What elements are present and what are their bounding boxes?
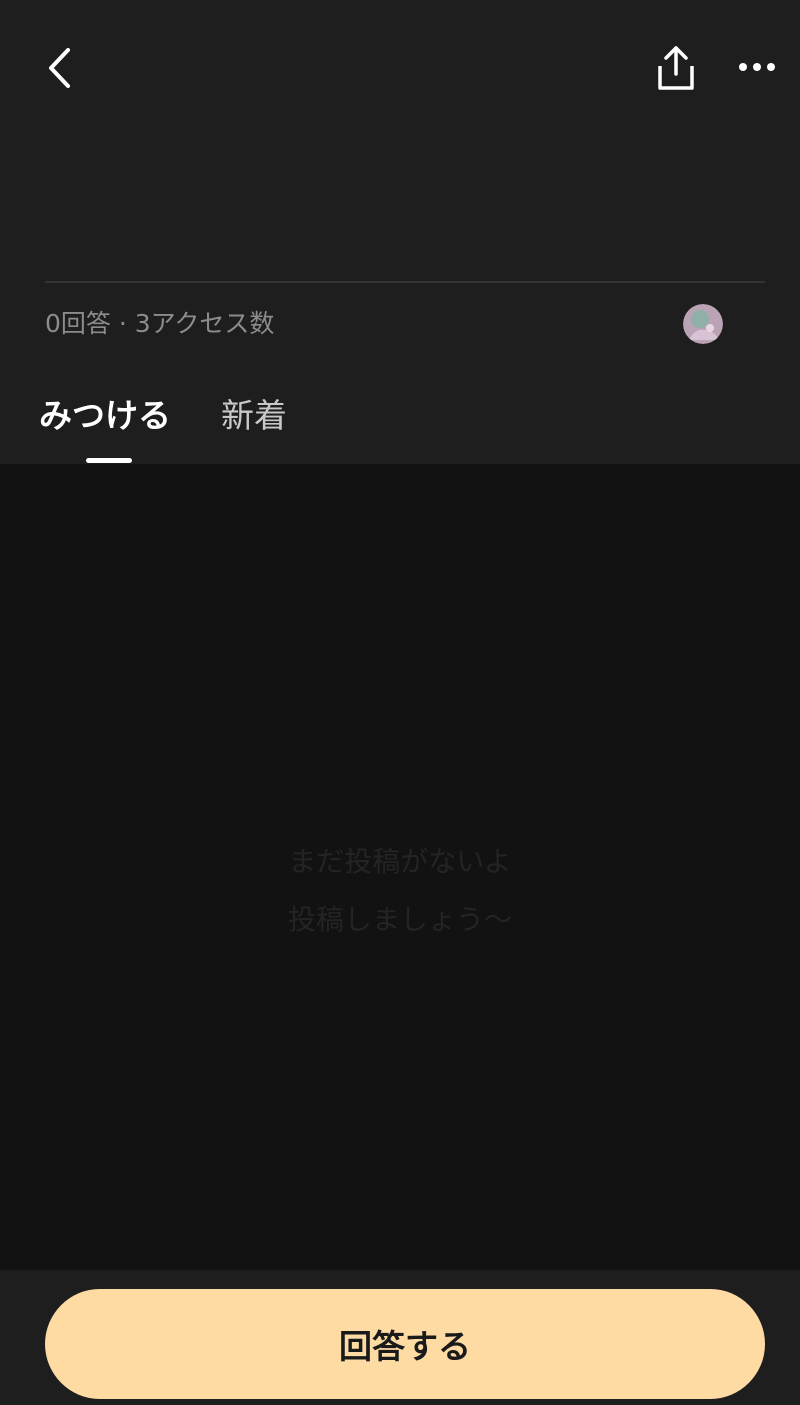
answer-button[interactable]: 回答する	[45, 1289, 765, 1399]
share-button[interactable]	[648, 38, 704, 98]
tab-active-indicator	[86, 458, 132, 463]
question-detail-screen: 0回答 · 3アクセス数 みつける 新着 まだ投稿がないよ 投稿しましょう〜 回…	[0, 0, 800, 1405]
empty-state-message: まだ投稿がないよ	[288, 845, 512, 878]
back-button[interactable]	[36, 40, 84, 96]
empty-state-prompt: 投稿しましょう〜	[287, 903, 512, 936]
more-dots-icon	[739, 63, 775, 71]
avatar[interactable]	[683, 304, 723, 344]
share-upload-icon	[658, 46, 694, 90]
tab-discover[interactable]: みつける	[39, 394, 171, 438]
tab-new[interactable]: 新着	[221, 394, 287, 438]
avatar-image	[683, 304, 723, 344]
header-divider	[45, 281, 765, 283]
tab-bar: みつける 新着	[0, 380, 800, 464]
footer: 回答する	[0, 1270, 800, 1405]
header: 0回答 · 3アクセス数 みつける 新着	[0, 0, 800, 464]
more-options-button[interactable]	[728, 44, 786, 90]
chevron-left-icon	[49, 48, 70, 88]
posts-list-area[interactable]: まだ投稿がないよ 投稿しましょう〜	[0, 464, 800, 1270]
question-stats: 0回答 · 3アクセス数	[45, 309, 275, 338]
